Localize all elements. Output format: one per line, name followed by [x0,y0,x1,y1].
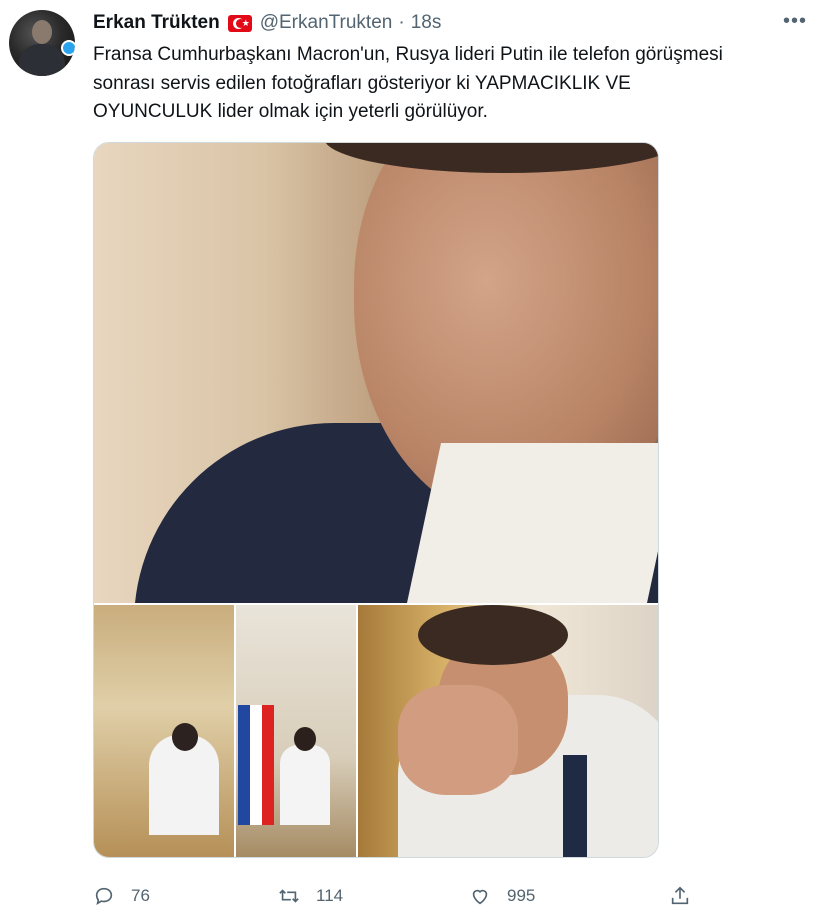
separator: · [398,12,405,33]
like-count: 995 [507,886,536,905]
media-photo-3[interactable] [236,605,356,857]
avatar-head [32,20,52,44]
tweet-text: Fransa Cumhurbaşkanı Macron'un, Rusya li… [93,44,723,122]
media-grid [93,142,659,858]
reply-icon [95,887,113,906]
avatar[interactable] [9,10,75,76]
like-icon [472,889,488,905]
retweet-icon [279,889,299,903]
more-options-icon[interactable]: ••• [782,8,808,34]
reply-button[interactable]: 76 [93,878,150,914]
tweet-header: Erkan Trükten ★ @ErkanTrukten · 18s [93,10,441,36]
media-photo-2[interactable] [94,605,234,857]
retweet-count: 114 [316,886,344,905]
share-button[interactable] [669,878,707,914]
like-button[interactable]: 995 [469,878,535,914]
avatar-badge [61,40,75,56]
author-name[interactable]: Erkan Trükten [93,12,220,34]
share-icon [671,886,689,905]
avatar-body [19,44,65,76]
media-photo-1[interactable] [94,143,658,603]
tweet-actions: 76 114 995 [93,878,693,914]
turkey-flag-icon: ★ [227,14,252,32]
reply-count: 76 [131,886,150,905]
retweet-button[interactable]: 114 [278,878,343,914]
tweet-time[interactable]: 18s [411,12,442,34]
media-photo-4[interactable] [358,605,658,857]
author-handle[interactable]: @ErkanTrukten [260,12,393,34]
tweet: Erkan Trükten ★ @ErkanTrukten · 18s ••• … [0,0,816,918]
